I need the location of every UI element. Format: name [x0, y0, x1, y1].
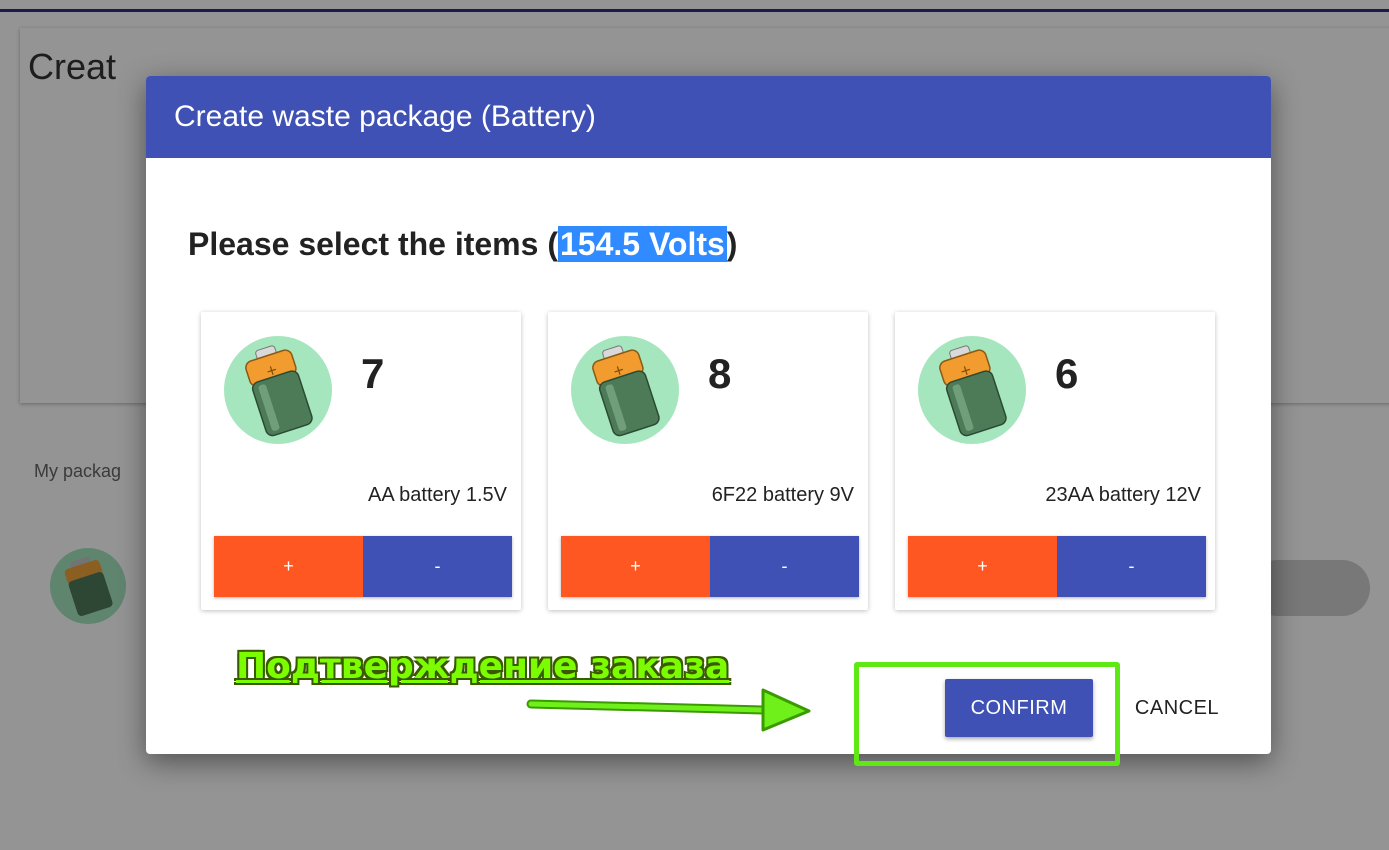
item-count: 7: [361, 350, 385, 397]
decrement-button[interactable]: -: [1057, 536, 1206, 597]
item-name: 6F22 battery 9V: [711, 484, 854, 506]
annotation-arrow-icon: [526, 688, 811, 732]
total-voltage: 154.5 Volts: [557, 226, 727, 262]
decrement-button[interactable]: -: [363, 536, 512, 597]
battery-icon: +: [592, 345, 660, 437]
decrement-button[interactable]: -: [710, 536, 859, 597]
item-count: 6: [1055, 350, 1079, 397]
dialog-title: Create waste package (Battery): [174, 100, 596, 133]
prompt-prefix: Please select the items (: [188, 226, 558, 262]
cancel-button[interactable]: CANCEL: [1122, 679, 1232, 737]
increment-button[interactable]: +: [908, 536, 1057, 597]
prompt-suffix: ): [726, 226, 738, 262]
annotation-highlight-box: [854, 662, 1120, 766]
battery-item-card: + 6 23AA battery 12V + -: [895, 312, 1215, 610]
battery-avatar: +: [918, 336, 1026, 444]
selection-prompt: Please select the items (154.5 Volts): [188, 226, 737, 263]
battery-item-list: + 7 AA battery 1.5V + - + 8 6F22 battery…: [201, 312, 1215, 610]
item-name: 23AA battery 12V: [1045, 484, 1201, 506]
battery-icon: +: [245, 345, 313, 437]
quantity-controls: + -: [561, 536, 859, 597]
dialog-header: Create waste package (Battery): [146, 76, 1271, 158]
battery-item-card: + 8 6F22 battery 9V + -: [548, 312, 868, 610]
item-name: AA battery 1.5V: [368, 484, 507, 506]
battery-avatar: +: [224, 336, 332, 444]
increment-button[interactable]: +: [214, 536, 363, 597]
quantity-controls: + -: [214, 536, 512, 597]
battery-icon: +: [939, 345, 1007, 437]
increment-button[interactable]: +: [561, 536, 710, 597]
battery-item-card: + 7 AA battery 1.5V + -: [201, 312, 521, 610]
item-count: 8: [708, 350, 732, 397]
quantity-controls: + -: [908, 536, 1206, 597]
battery-avatar: +: [571, 336, 679, 444]
